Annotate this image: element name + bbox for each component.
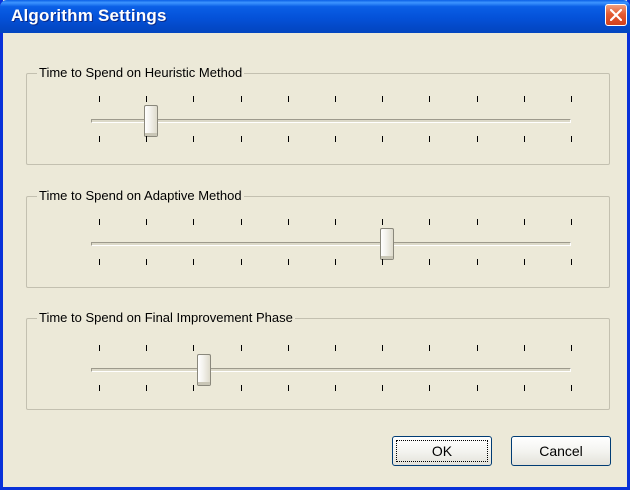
tick-mark xyxy=(335,219,336,225)
tick-mark xyxy=(477,136,478,142)
tick-mark xyxy=(571,345,572,351)
tick-mark xyxy=(335,345,336,351)
tick-mark xyxy=(571,96,572,102)
tick-mark xyxy=(193,136,194,142)
tick-mark xyxy=(382,219,383,225)
tick-mark xyxy=(335,96,336,102)
adaptive-slider-track[interactable] xyxy=(91,242,571,246)
ok-button-label: OK xyxy=(431,443,453,459)
ok-button[interactable]: OK xyxy=(392,436,492,466)
tick-mark xyxy=(477,259,478,265)
tick-mark xyxy=(241,345,242,351)
tick-mark xyxy=(429,96,430,102)
tick-mark xyxy=(146,219,147,225)
adaptive-slider-thumb[interactable] xyxy=(380,228,394,260)
tick-mark xyxy=(146,259,147,265)
final-improvement-slider-thumb[interactable] xyxy=(197,354,211,386)
tick-mark xyxy=(477,385,478,391)
tick-mark xyxy=(382,259,383,265)
heuristic-slider-track[interactable] xyxy=(91,119,571,123)
close-icon xyxy=(610,9,622,21)
final-improvement-slider-track[interactable] xyxy=(91,368,571,372)
tick-mark xyxy=(429,136,430,142)
tick-mark xyxy=(524,96,525,102)
tick-mark xyxy=(288,345,289,351)
heuristic-method-label: Time to Spend on Heuristic Method xyxy=(37,65,245,81)
tick-mark xyxy=(429,345,430,351)
adaptive-ticks-bottom xyxy=(99,259,572,267)
cancel-button[interactable]: Cancel xyxy=(511,436,611,466)
tick-mark xyxy=(524,259,525,265)
final-improvement-label: Time to Spend on Final Improvement Phase xyxy=(37,310,295,326)
tick-mark xyxy=(241,259,242,265)
tick-mark xyxy=(99,136,100,142)
tick-mark xyxy=(146,96,147,102)
tick-mark xyxy=(382,96,383,102)
close-button[interactable] xyxy=(605,4,627,26)
tick-mark xyxy=(193,345,194,351)
tick-mark xyxy=(146,136,147,142)
tick-mark xyxy=(241,136,242,142)
algorithm-settings-dialog: Algorithm Settings Time to Spend on Heur… xyxy=(0,0,630,490)
tick-mark xyxy=(571,136,572,142)
tick-mark xyxy=(99,385,100,391)
tick-mark xyxy=(571,385,572,391)
tick-mark xyxy=(524,219,525,225)
window-title: Algorithm Settings xyxy=(11,6,167,25)
tick-mark xyxy=(335,136,336,142)
tick-mark xyxy=(429,219,430,225)
tick-mark xyxy=(382,345,383,351)
tick-mark xyxy=(571,259,572,265)
tick-mark xyxy=(288,219,289,225)
tick-mark xyxy=(429,259,430,265)
tick-mark xyxy=(241,385,242,391)
tick-mark xyxy=(288,385,289,391)
tick-mark xyxy=(429,385,430,391)
tick-mark xyxy=(146,385,147,391)
heuristic-slider-thumb[interactable] xyxy=(144,105,158,137)
tick-mark xyxy=(382,136,383,142)
adaptive-method-label: Time to Spend on Adaptive Method xyxy=(37,188,244,204)
tick-mark xyxy=(99,345,100,351)
tick-mark xyxy=(571,219,572,225)
tick-mark xyxy=(477,219,478,225)
tick-mark xyxy=(99,96,100,102)
final-improvement-group: Time to Spend on Final Improvement Phase xyxy=(26,310,610,410)
tick-mark xyxy=(99,219,100,225)
heuristic-method-group: Time to Spend on Heuristic Method xyxy=(26,65,610,165)
final-improvement-ticks-bottom xyxy=(99,385,572,393)
tick-mark xyxy=(193,219,194,225)
tick-mark xyxy=(193,96,194,102)
tick-mark xyxy=(477,345,478,351)
tick-mark xyxy=(288,96,289,102)
tick-mark xyxy=(524,345,525,351)
tick-mark xyxy=(335,385,336,391)
heuristic-ticks-bottom xyxy=(99,136,572,144)
heuristic-ticks-top xyxy=(99,96,572,104)
tick-mark xyxy=(477,96,478,102)
title-bar[interactable]: Algorithm Settings xyxy=(0,0,630,33)
tick-mark xyxy=(241,219,242,225)
tick-mark xyxy=(288,136,289,142)
adaptive-ticks-top xyxy=(99,219,572,227)
tick-mark xyxy=(335,259,336,265)
tick-mark xyxy=(524,136,525,142)
tick-mark xyxy=(193,259,194,265)
tick-mark xyxy=(146,345,147,351)
tick-mark xyxy=(99,259,100,265)
tick-mark xyxy=(241,96,242,102)
cancel-button-label: Cancel xyxy=(539,443,583,459)
tick-mark xyxy=(193,385,194,391)
tick-mark xyxy=(524,385,525,391)
final-improvement-ticks-top xyxy=(99,345,572,353)
tick-mark xyxy=(382,385,383,391)
tick-mark xyxy=(288,259,289,265)
adaptive-method-group: Time to Spend on Adaptive Method xyxy=(26,188,610,288)
